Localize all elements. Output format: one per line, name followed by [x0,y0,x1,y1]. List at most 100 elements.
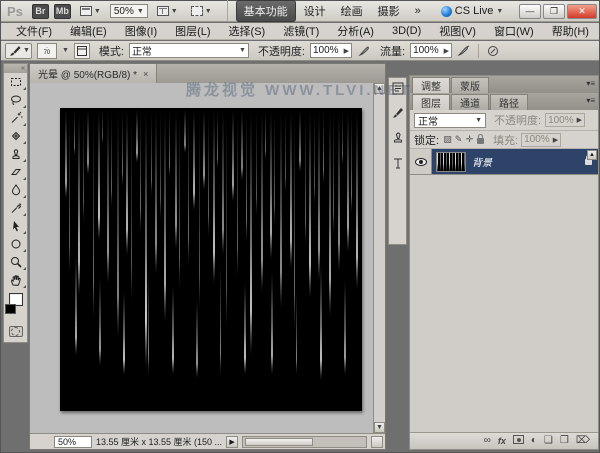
menu-item-2[interactable]: 图像(I) [116,22,166,40]
menu-item-7[interactable]: 3D(D) [383,24,430,38]
panel-menu-icon[interactable]: ▾≡ [586,96,595,105]
light-streak [126,108,128,256]
tools-collapse-button[interactable]: « [4,64,27,73]
divider [478,44,479,58]
add-mask-button[interactable] [513,435,524,447]
menu-item-5[interactable]: 滤镜(T) [274,22,328,40]
document-tab-bar: 光晕 @ 50%(RGB/8) * × [30,64,385,83]
lock-pixels-button[interactable]: ✎ [453,134,464,145]
chevron-right-icon: ▶ [444,47,449,55]
vertical-scrollbar[interactable]: ▲ ▼ [373,83,385,433]
workspace-button-2[interactable]: 绘画 [334,1,370,21]
menu-item-1[interactable]: 编辑(E) [61,22,116,40]
layer-opacity-input[interactable]: 100% ▶ [545,113,585,127]
close-document-icon[interactable]: × [143,69,148,79]
scroll-down-icon[interactable]: ▼ [374,422,385,433]
new-layer-button[interactable]: ❐ [560,436,569,446]
lock-transparent-button[interactable]: ▨ [442,134,453,145]
horizontal-scrollbar[interactable] [242,436,367,448]
image-canvas[interactable] [60,108,362,411]
menu-item-10[interactable]: 帮助(H) [543,22,598,40]
arrange-documents-button[interactable]: ▼ [153,4,182,18]
shape-tool-tool[interactable] [4,235,27,253]
hand-tool-tool[interactable] [4,271,27,289]
workspace-button-0[interactable]: 基本功能 [236,0,296,22]
toggle-brush-panel-button[interactable] [74,43,90,59]
lasso-tool[interactable] [4,91,27,109]
panel-menu-icon[interactable]: ▾≡ [586,79,595,88]
path-select-tool[interactable] [4,217,27,235]
tab-layers-1[interactable]: 通道 [451,94,489,110]
eraser-tool[interactable] [4,163,27,181]
workspace-button-4[interactable]: » [408,3,428,19]
layer-thumbnail[interactable] [436,152,466,172]
light-streak [314,108,315,205]
tab-adjustments-1[interactable]: 蒙版 [451,77,489,93]
airbrush-opacity-icon[interactable] [357,44,371,57]
brush-tool-preset-button[interactable]: ▼ [5,43,32,59]
layer-style-fx-button[interactable]: fx [498,437,506,446]
workspace-button-1[interactable]: 设计 [297,1,333,21]
menu-item-4[interactable]: 选择(S) [220,22,275,40]
bridge-launch-button[interactable]: Br [32,4,49,19]
layer-blend-mode-select[interactable]: 正常 ▼ [414,113,486,128]
healing-brush-tool[interactable] [4,127,27,145]
lock-all-button[interactable] [475,134,486,146]
fill-label: 填充: [493,132,518,148]
zoom-level-dropdown[interactable]: 50% ▼ [110,4,148,18]
mini-bridge-button[interactable]: Mb [54,4,71,19]
tablet-pressure-icon[interactable] [486,44,500,57]
cs-live-button[interactable]: CS Live ▼ [441,5,503,17]
rectangular-marquee-tool[interactable] [4,73,27,91]
menu-item-8[interactable]: 视图(V) [430,22,485,40]
chevron-right-icon: ▶ [553,136,558,144]
menu-item-9[interactable]: 窗口(W) [485,22,543,40]
layer-visibility-toggle[interactable] [410,149,432,174]
restore-button[interactable]: ❐ [543,4,565,19]
eyedropper-tool[interactable] [4,199,27,217]
zoom-level-value: 50% [114,6,134,17]
fill-input[interactable]: 100% ▶ [521,133,561,147]
layer-name[interactable]: 背景 [472,154,585,169]
link-layers-button[interactable]: ∞ [484,436,491,446]
adjustment-layer-button[interactable]: ◐ [531,436,537,446]
menu-item-6[interactable]: 分析(A) [328,22,383,40]
opacity-input[interactable]: 100% ▶ [310,43,352,58]
blend-mode-select[interactable]: 正常 ▼ [129,43,249,58]
flow-input[interactable]: 100% ▶ [410,43,452,58]
layer-row-background[interactable]: 背景 [410,149,598,175]
delete-layer-button[interactable]: ⌦ [576,436,590,446]
screen-mode-button[interactable]: ▼ [187,4,216,18]
airbrush-toggle-icon[interactable] [457,44,471,57]
background-color-swatch[interactable] [5,304,16,314]
tab-layers-2[interactable]: 路径 [490,94,528,110]
lock-position-button[interactable]: ✛ [464,134,475,145]
menu-item-3[interactable]: 图层(L) [166,22,219,40]
scrollbar-thumb[interactable] [245,438,313,446]
document-tab[interactable]: 光晕 @ 50%(RGB/8) * × [30,64,157,83]
tab-adjustments-0[interactable]: 调整 [412,77,450,93]
clone-source-panel-button[interactable] [390,130,405,145]
clone-stamp-tool[interactable] [4,145,27,163]
brush-size-preview[interactable]: · 70 [37,43,57,59]
magic-wand-tool[interactable] [4,109,27,127]
blur-tool-tool[interactable] [4,181,27,199]
view-extras-button[interactable]: ▼ [76,4,105,18]
brush-panel-button[interactable] [390,105,405,120]
status-options-button[interactable]: ▶ [226,436,238,448]
character-panel-button[interactable] [390,155,405,170]
brush-icon [7,44,23,58]
zoom-tool-tool[interactable] [4,253,27,271]
scroll-up-icon[interactable]: ▲ [374,83,385,94]
workspace-button-3[interactable]: 摄影 [371,1,407,21]
status-zoom-input[interactable]: 50% [54,436,92,448]
history-panel-button[interactable] [390,80,405,95]
panel-scroll-up-icon[interactable]: ▲ [587,150,597,160]
quick-mask-button[interactable] [9,326,23,337]
tab-layers-0[interactable]: 图层 [412,94,450,110]
resize-grip[interactable] [371,436,383,448]
close-button[interactable]: ✕ [567,4,597,19]
minimize-button[interactable]: — [519,4,541,19]
new-group-button[interactable]: ❏ [544,436,553,446]
menu-item-0[interactable]: 文件(F) [7,22,61,40]
